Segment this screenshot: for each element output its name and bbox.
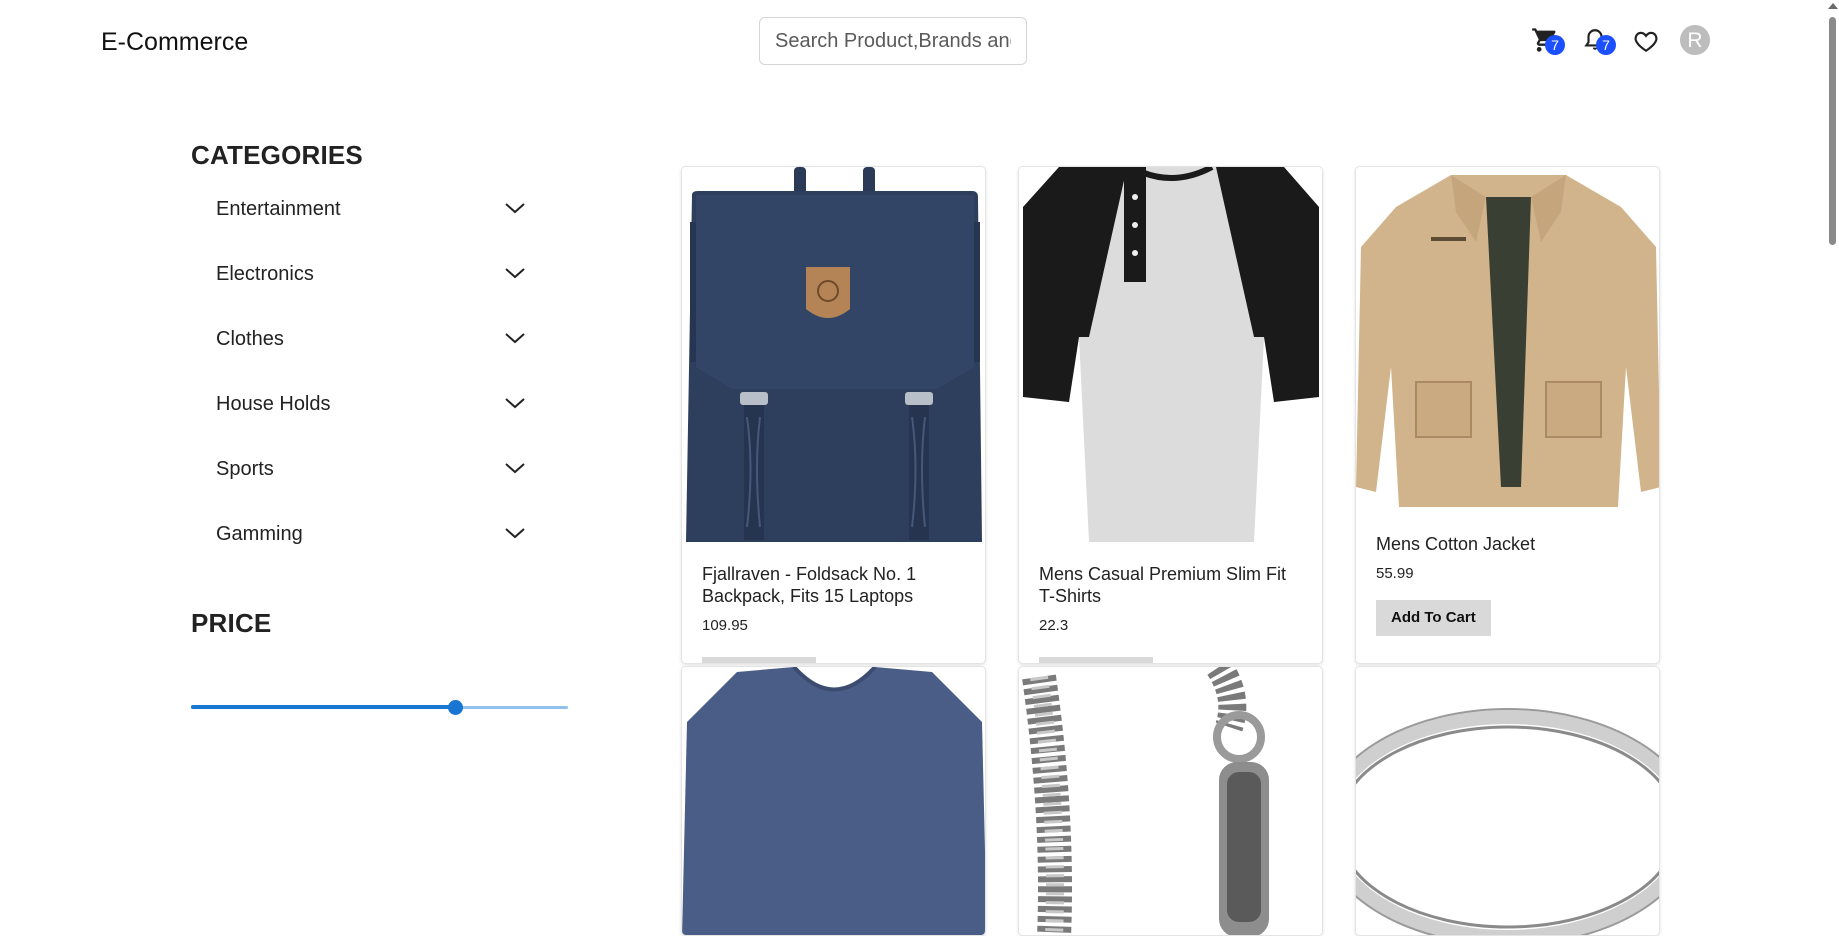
page-scrollbar[interactable] [1824,0,1839,925]
category-list: Entertainment Electronics Clothes House … [191,188,571,578]
product-card[interactable] [1018,666,1323,936]
category-item-house-holds[interactable]: House Holds [191,383,571,448]
price-title: PRICE [191,608,272,638]
product-card[interactable] [1355,666,1660,936]
product-title[interactable]: Fjallraven - Foldsack No. 1 Backpack, Fi… [702,563,965,607]
search-input[interactable] [759,17,1027,65]
product-price: 109.95 [702,617,748,634]
product-image-jacket[interactable] [1356,167,1659,512]
product-image-backpack[interactable] [682,167,985,542]
category-label: Sports [216,458,274,480]
product-card[interactable] [681,666,986,936]
chevron-down-icon[interactable] [503,196,527,220]
category-item-clothes[interactable]: Clothes [191,318,571,383]
product-card[interactable]: Fjallraven - Foldsack No. 1 Backpack, Fi… [681,166,986,664]
brand-logo[interactable]: E-Commerce [101,28,248,57]
chevron-down-icon[interactable] [503,521,527,545]
categories-title: CATEGORIES [191,140,363,170]
category-label: Electronics [216,263,314,285]
cart-button[interactable]: 7 [1531,26,1565,55]
add-to-cart-button[interactable] [1039,657,1153,663]
user-avatar[interactable]: R [1680,25,1710,55]
product-image-chain-bracelet[interactable] [1019,667,1322,935]
product-title[interactable]: Mens Casual Premium Slim Fit T-Shirts [1039,563,1302,607]
chevron-down-icon[interactable] [503,261,527,285]
category-label: Gamming [216,523,303,545]
scrollbar-thumb[interactable] [1829,17,1836,245]
product-title[interactable]: Mens Cotton Jacket [1376,533,1639,555]
chevron-down-icon[interactable] [503,326,527,350]
slider-track [191,705,455,709]
chevron-down-icon[interactable] [503,391,527,415]
add-to-cart-button[interactable]: Add To Cart [1376,600,1491,636]
add-to-cart-button[interactable] [702,657,816,663]
heart-icon [1634,31,1658,53]
price-slider[interactable] [191,700,568,716]
category-item-gamming[interactable]: Gamming [191,513,571,578]
category-item-sports[interactable]: Sports [191,448,571,513]
scroll-up-arrow[interactable] [1828,3,1838,9]
category-label: House Holds [216,393,331,415]
notifications-button[interactable]: 7 [1582,26,1616,55]
product-image-silver-ring[interactable] [1356,667,1659,935]
product-price: 22.3 [1039,617,1069,634]
chevron-down-icon[interactable] [503,456,527,480]
category-item-electronics[interactable]: Electronics [191,253,571,318]
cart-count-badge: 7 [1545,35,1565,55]
navbar: E-Commerce 7 7 R [0,0,1839,86]
category-label: Clothes [216,328,284,350]
product-price: 55.99 [1376,565,1414,582]
slider-thumb[interactable] [448,700,463,715]
category-label: Entertainment [216,198,341,220]
notification-count-badge: 7 [1596,35,1616,55]
product-card[interactable]: Mens Casual Premium Slim Fit T-Shirts 22… [1018,166,1323,664]
product-image-raglan-tshirt[interactable] [1019,167,1322,542]
category-item-entertainment[interactable]: Entertainment [191,188,571,253]
wishlist-button[interactable] [1632,28,1660,54]
product-card[interactable]: Mens Cotton Jacket 55.99 Add To Cart [1355,166,1660,664]
product-image-long-sleeve-shirt[interactable] [682,667,985,935]
filter-sidebar: CATEGORIES Entertainment Electronics Clo… [191,140,571,578]
